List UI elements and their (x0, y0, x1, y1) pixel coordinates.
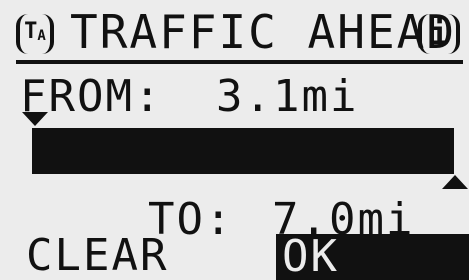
traffic-range-bar[interactable] (32, 128, 454, 174)
from-distance-value: 3.1mi (216, 71, 359, 122)
ok-button[interactable]: OK (276, 234, 469, 280)
traffic-ahead-screen: TA TRAFFIC AHEAD i FROM: 3.1mi TO: 7.0mi… (0, 0, 469, 280)
clear-button[interactable]: CLEAR (26, 234, 168, 278)
ta-badge-sub: A (37, 28, 46, 44)
traffic-announcement-icon: TA (16, 14, 54, 54)
ta-badge-letter: T (24, 19, 38, 44)
title-divider (16, 60, 463, 64)
info-icon[interactable]: i (418, 14, 460, 54)
page-title: TRAFFIC AHEAD (70, 5, 457, 59)
range-end-marker-icon[interactable] (442, 175, 468, 189)
range-start-marker-icon[interactable] (22, 112, 48, 126)
title-bar: TA TRAFFIC AHEAD i (0, 4, 469, 64)
